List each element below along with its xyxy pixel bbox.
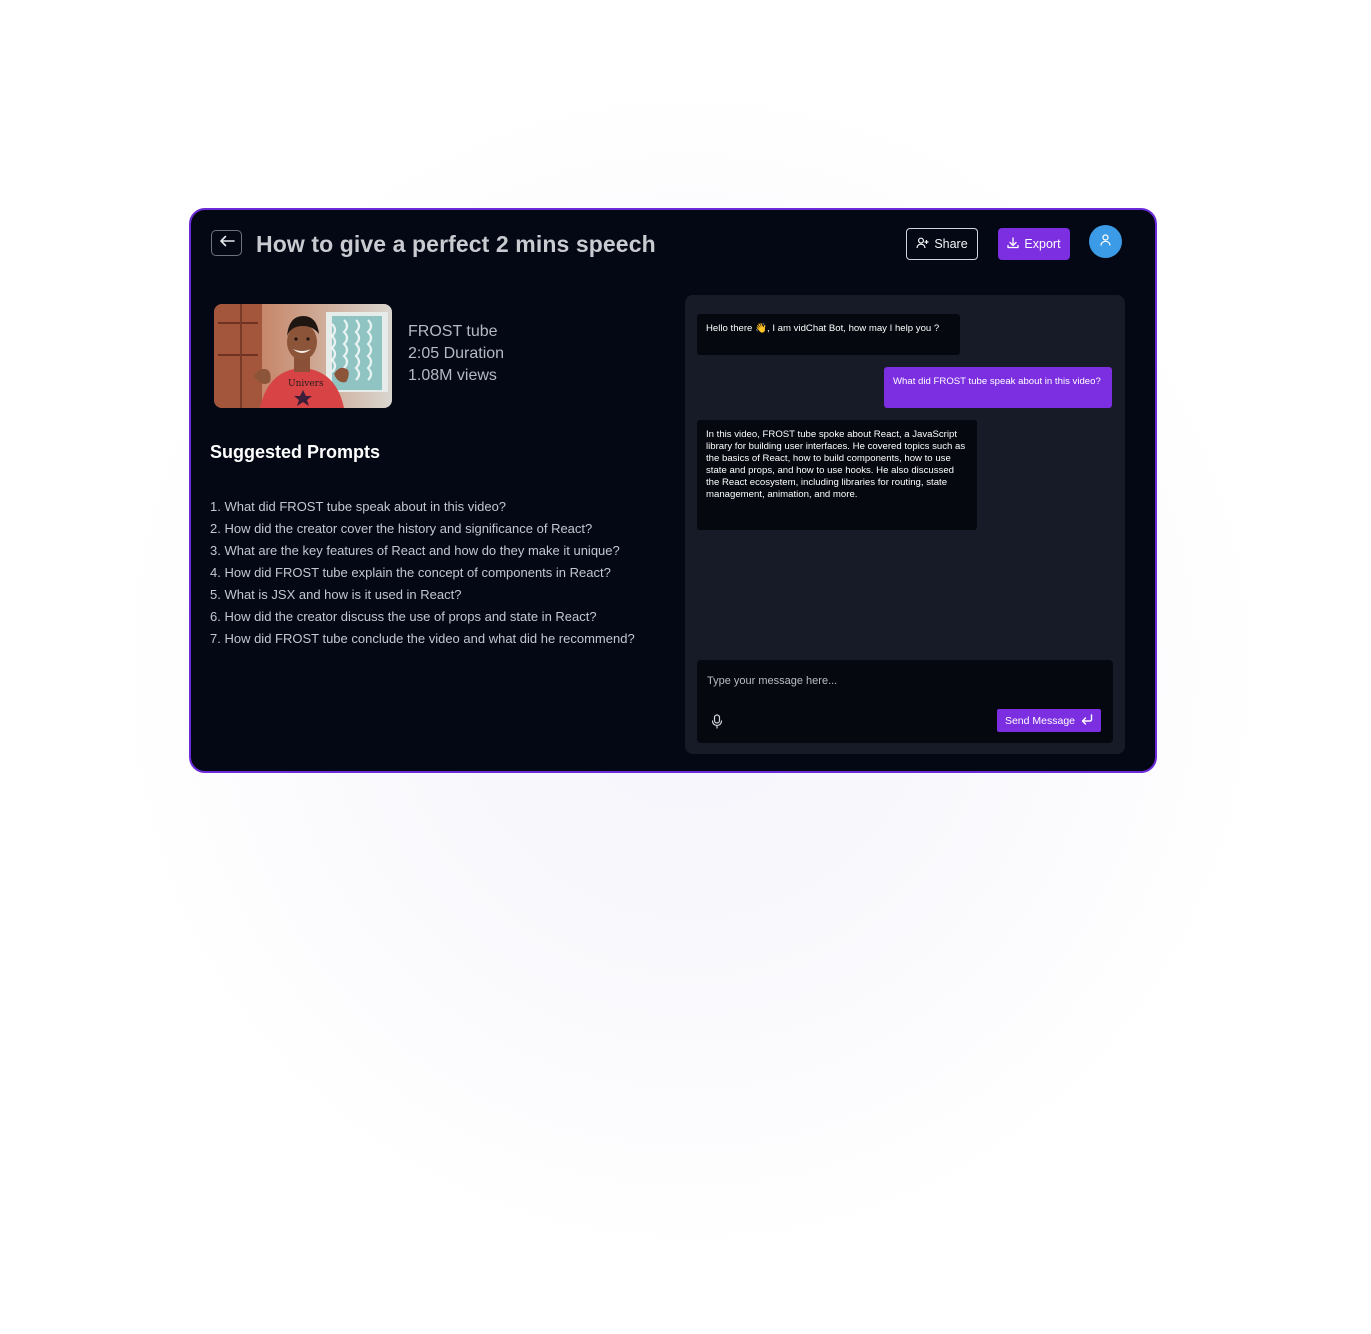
prompt-item[interactable]: 7. How did FROST tube conclude the video… [210, 628, 650, 650]
prompt-item[interactable]: 3. What are the key features of React an… [210, 540, 650, 562]
prompt-item[interactable]: 6. How did the creator discuss the use o… [210, 606, 650, 628]
download-icon [1007, 236, 1020, 252]
video-thumbnail[interactable]: Univers [214, 304, 392, 408]
chat-panel: Hello there 👋, I am vidChat Bot, how may… [685, 295, 1125, 754]
send-label: Send Message [1004, 714, 1076, 727]
suggested-prompts-list: 1. What did FROST tube speak about in th… [210, 496, 650, 650]
user-icon [1100, 233, 1111, 251]
prompt-item[interactable]: 4. How did FROST tube explain the concep… [210, 562, 650, 584]
video-meta: FROST tube 2:05 Duration 1.08M views [408, 321, 504, 387]
user-message: What did FROST tube speak about in this … [884, 367, 1112, 408]
suggested-prompts-heading: Suggested Prompts [210, 442, 381, 462]
back-button[interactable] [211, 230, 242, 256]
bot-message: Hello there 👋, I am vidChat Bot, how may… [697, 314, 960, 355]
video-duration: 2:05 Duration [408, 345, 505, 362]
shirt-print-text: Univers [288, 379, 324, 389]
enter-arrow-icon [1081, 713, 1093, 728]
page-title: How to give a perfect 2 mins speech [256, 231, 656, 257]
channel-name: FROST tube [408, 323, 498, 340]
prompt-item[interactable]: 5. What is JSX and how is it used in Rea… [210, 584, 650, 606]
message-composer: Send Message [697, 660, 1113, 743]
send-message-button[interactable]: Send Message [997, 709, 1101, 732]
microphone-icon[interactable] [709, 712, 725, 730]
avatar[interactable] [1089, 225, 1122, 258]
share-label: Share [934, 237, 968, 251]
bot-message: In this video, FROST tube spoke about Re… [697, 420, 977, 530]
app-window: How to give a perfect 2 mins speech Shar… [189, 208, 1157, 773]
export-button[interactable]: Export [998, 228, 1070, 260]
arrow-left-icon [219, 234, 235, 252]
view-count: 1.08M views [408, 367, 497, 384]
user-plus-icon [916, 237, 929, 252]
prompt-item[interactable]: 2. How did the creator cover the history… [210, 518, 650, 540]
export-label: Export [1024, 237, 1061, 251]
share-button[interactable]: Share [906, 228, 978, 260]
prompt-item[interactable]: 1. What did FROST tube speak about in th… [210, 496, 650, 518]
message-input[interactable] [707, 670, 1103, 692]
